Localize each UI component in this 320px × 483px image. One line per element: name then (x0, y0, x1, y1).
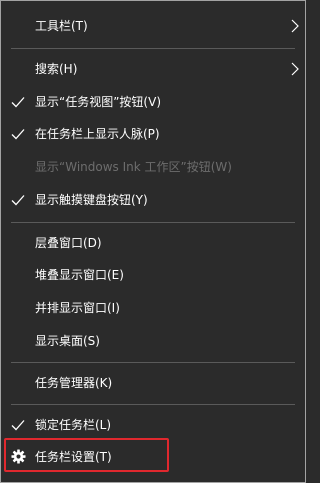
menu-item-label: 层叠窗口(D) (35, 236, 102, 250)
menu-item-show-desktop[interactable]: 显示桌面(S) (1, 326, 305, 356)
menu-item-label: 任务管理器(K) (35, 376, 113, 390)
menu-item-show-task-view[interactable]: 显示“任务视图”按钮(V) (1, 87, 305, 117)
menu-item-show-people[interactable]: 在任务栏上显示人脉(P) (1, 119, 305, 149)
menu-item-label: 显示“Windows Ink 工作区”按钮(W) (35, 160, 232, 174)
menu-item-show-ink-workspace: 显示“Windows Ink 工作区”按钮(W) (1, 152, 305, 182)
checkmark-icon (11, 195, 25, 206)
menu-item-lock-taskbar[interactable]: 锁定任务栏(L) (1, 410, 305, 440)
chevron-right-icon (291, 19, 299, 33)
menu-item-cascade-windows[interactable]: 层叠窗口(D) (1, 228, 305, 258)
menu-item-label: 堆叠显示窗口(E) (35, 268, 124, 282)
menu-item-label: 显示触摸键盘按钮(Y) (35, 193, 148, 207)
menu-item-label: 工具栏(T) (35, 19, 88, 33)
menu-item-task-manager[interactable]: 任务管理器(K) (1, 368, 305, 398)
menu-separator (11, 48, 295, 49)
chevron-right-icon (291, 62, 299, 76)
menu-item-label: 显示桌面(S) (35, 334, 100, 348)
checkmark-icon (11, 97, 25, 108)
checkmark-icon (11, 420, 25, 431)
menu-item-label: 并排显示窗口(I) (35, 301, 120, 315)
taskbar-context-menu: 工具栏(T) 搜索(H) 显示“任务视图”按钮(V) 在任务栏上显示人脉(P) … (0, 0, 306, 483)
menu-item-toolbars[interactable]: 工具栏(T) (1, 11, 305, 41)
menu-item-search[interactable]: 搜索(H) (1, 54, 305, 84)
menu-item-stacked-windows[interactable]: 堆叠显示窗口(E) (1, 260, 305, 290)
menu-separator (11, 222, 295, 223)
menu-item-show-touch-keyboard[interactable]: 显示触摸键盘按钮(Y) (1, 185, 305, 215)
gear-icon (11, 449, 26, 464)
menu-separator (11, 404, 295, 405)
checkmark-icon (11, 129, 25, 140)
menu-item-taskbar-settings[interactable]: 任务栏设置(T) (1, 442, 305, 472)
menu-item-side-by-side-windows[interactable]: 并排显示窗口(I) (1, 293, 305, 323)
menu-item-label: 锁定任务栏(L) (35, 418, 112, 432)
menu-item-label: 任务栏设置(T) (35, 450, 112, 464)
menu-separator (11, 362, 295, 363)
menu-item-label: 在任务栏上显示人脉(P) (35, 127, 160, 141)
menu-item-label: 显示“任务视图”按钮(V) (35, 95, 162, 109)
menu-item-label: 搜索(H) (35, 62, 78, 76)
